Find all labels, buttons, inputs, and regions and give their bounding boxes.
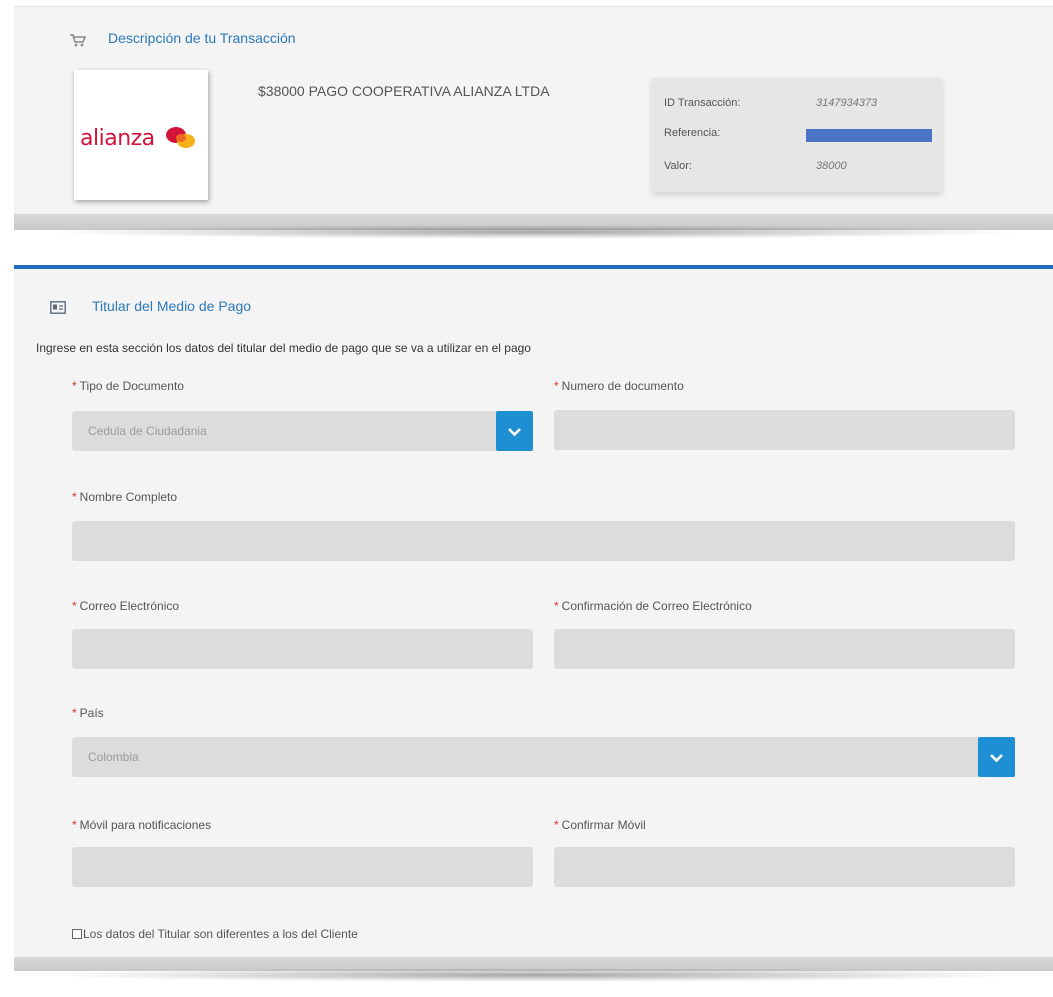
required-mark: * — [72, 599, 77, 613]
mobile-label: * Móvil para notificaciones — [72, 818, 211, 832]
required-mark: * — [72, 379, 77, 393]
transaction-id-value: 3147934373 — [816, 97, 878, 109]
doc-type-dropdown-button[interactable] — [496, 411, 533, 451]
country-select[interactable]: Colombia — [72, 737, 1015, 777]
value-label: Valor: — [664, 160, 692, 172]
country-dropdown-button[interactable] — [978, 737, 1015, 777]
chevron-down-icon — [508, 428, 521, 437]
required-mark: * — [554, 599, 559, 613]
email-confirm-label-text: Confirmación de Correo Electrónico — [561, 599, 752, 613]
transaction-id-row: ID Transacción: 3147934373 — [664, 97, 934, 113]
transaction-summary-card: ID Transacción: 3147934373 Referencia: V… — [652, 78, 942, 192]
full-name-label: * Nombre Completo — [72, 490, 177, 504]
doc-type-label-text: Tipo de Documento — [79, 379, 184, 393]
alianza-logo-mark-icon — [166, 127, 195, 148]
required-mark: * — [554, 818, 559, 832]
reference-label: Referencia: — [664, 127, 721, 139]
holder-section-title: Titular del Medio de Pago — [92, 298, 252, 314]
doc-type-selected-value: Cedula de Ciudadania — [88, 424, 207, 438]
payment-page: Descripción de tu Transacción alianza $3… — [0, 0, 1053, 997]
full-name-label-text: Nombre Completo — [79, 490, 178, 504]
email-label-text: Correo Electrónico — [79, 599, 180, 613]
full-name-input[interactable] — [72, 521, 1015, 561]
form-panel-shadow — [40, 968, 1030, 982]
merchant-logo-text: alianza — [80, 126, 155, 151]
required-mark: * — [554, 379, 559, 393]
reference-row: Referencia: — [664, 127, 934, 143]
doc-number-label: * Numero de documento — [554, 379, 684, 393]
doc-number-label-text: Numero de documento — [561, 379, 684, 393]
required-mark: * — [72, 706, 77, 720]
mobile-input[interactable] — [72, 847, 533, 887]
country-selected-value: Colombia — [88, 750, 139, 764]
email-label: * Correo Electrónico — [72, 599, 179, 613]
email-input[interactable] — [72, 629, 533, 669]
panel-shadow — [40, 225, 1030, 239]
different-holder-checkbox-row[interactable]: Los datos del Titular son diferentes a l… — [72, 927, 358, 941]
shopping-cart-icon — [70, 34, 87, 47]
mobile-confirm-label-text: Confirmar Móvil — [561, 818, 646, 832]
required-mark: * — [72, 818, 77, 832]
value-row: Valor: 38000 — [664, 160, 934, 176]
merchant-logo: alianza — [74, 70, 208, 200]
country-label-text: País — [79, 706, 104, 720]
mobile-label-text: Móvil para notificaciones — [79, 818, 212, 832]
doc-type-label: * Tipo de Documento — [72, 379, 184, 393]
transaction-description: $38000 PAGO COOPERATIVA ALIANZA LTDA — [258, 83, 550, 99]
email-confirm-input[interactable] — [554, 629, 1015, 669]
chevron-down-icon — [990, 754, 1003, 763]
transaction-id-label: ID Transacción: — [664, 97, 741, 109]
transaction-section-title: Descripción de tu Transacción — [108, 30, 296, 46]
country-label: * País — [72, 706, 104, 720]
required-mark: * — [72, 490, 77, 504]
mobile-confirm-input[interactable] — [554, 847, 1015, 887]
different-holder-checkbox-label: Los datos del Titular son diferentes a l… — [83, 927, 358, 941]
credit-card-icon — [50, 301, 66, 314]
mobile-confirm-label: * Confirmar Móvil — [554, 818, 646, 832]
doc-number-input[interactable] — [554, 410, 1015, 450]
different-holder-checkbox[interactable] — [72, 929, 82, 939]
reference-redacted-value — [806, 129, 932, 142]
doc-type-select[interactable]: Cedula de Ciudadania — [72, 411, 533, 451]
holder-intro-text: Ingrese en esta sección los datos del ti… — [36, 341, 531, 355]
value-amount: 38000 — [816, 160, 847, 172]
email-confirm-label: * Confirmación de Correo Electrónico — [554, 599, 752, 613]
